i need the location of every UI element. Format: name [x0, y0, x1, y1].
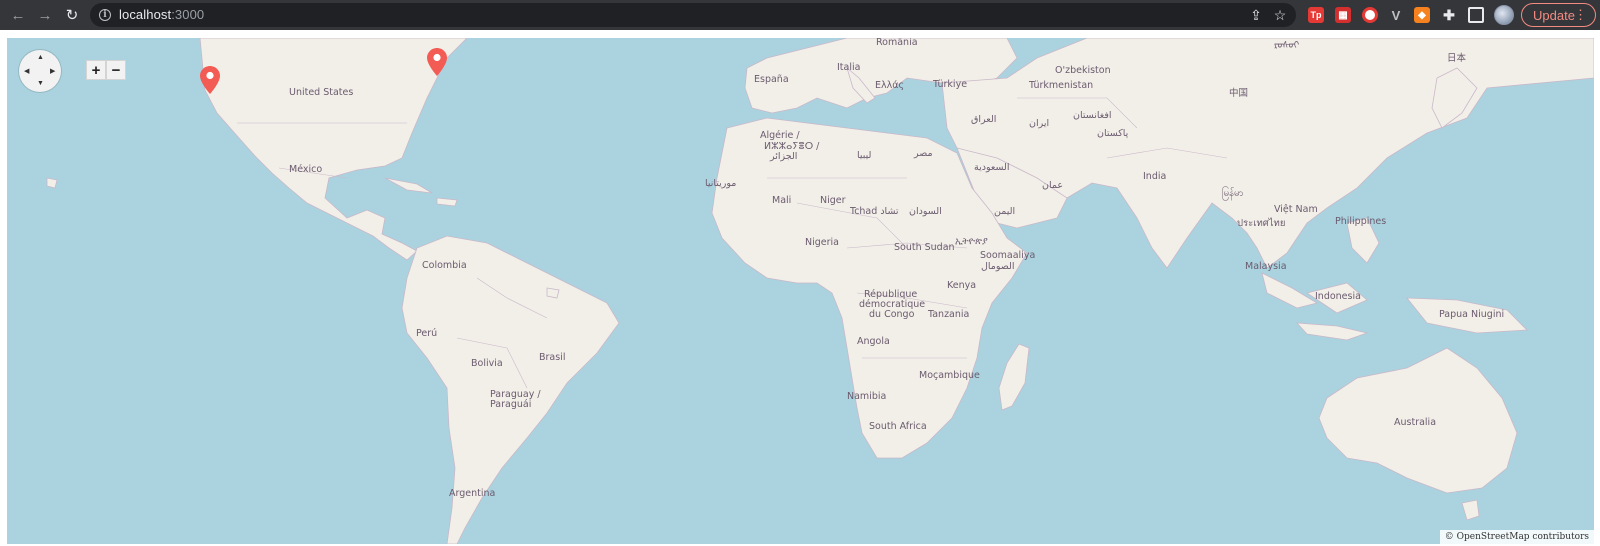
label-india: India — [1143, 171, 1167, 182]
label-brasil: Brasil — [539, 352, 566, 363]
label-australia: Australia — [1394, 417, 1437, 428]
address-bar[interactable]: i localhost:3000 ⇪ ☆ — [90, 3, 1296, 27]
label-paraguay-2: Paraguái — [490, 399, 532, 410]
label-peru: Perú — [416, 328, 438, 339]
extension-record-icon[interactable] — [1362, 7, 1378, 23]
update-button[interactable]: Update ⋮ — [1521, 3, 1596, 27]
label-oman: عمان — [1042, 180, 1064, 191]
label-ellas: Ελλάς — [875, 80, 905, 91]
map-pin-east-coast[interactable] — [427, 48, 447, 76]
label-russia: ᠷᠣᠰᠣᠶ — [1274, 40, 1300, 51]
label-china: 中国 — [1229, 88, 1249, 99]
label-turkiye: Türkiye — [933, 79, 968, 90]
label-philippines: Philippines — [1335, 216, 1387, 227]
zoom-control: + − — [86, 60, 126, 80]
forward-arrow-icon[interactable]: → — [35, 5, 55, 25]
zoom-in-button[interactable]: + — [86, 60, 106, 80]
label-south-sudan: South Sudan — [894, 242, 955, 253]
label-sudan: السودان — [909, 206, 942, 217]
label-mauritania: موريتانيا — [705, 178, 737, 189]
label-bolivia: Bolivia — [471, 358, 503, 369]
label-japan: 日本 — [1447, 53, 1467, 64]
label-mexico: México — [289, 164, 323, 175]
label-niger: Niger — [820, 195, 846, 206]
label-algeria-3: الجزائر — [770, 151, 798, 162]
label-angola: Angola — [857, 336, 890, 347]
label-south-africa: South Africa — [869, 421, 927, 432]
label-ozbekiston: O'zbekiston — [1055, 65, 1111, 76]
pan-up-icon[interactable]: ▲ — [37, 54, 44, 61]
label-argentina: Argentina — [449, 488, 496, 499]
label-colombia: Colombia — [422, 260, 467, 271]
pan-left-icon[interactable]: ◀ — [24, 67, 29, 75]
pan-control[interactable]: ▲ ▼ ◀ ▶ — [19, 50, 61, 92]
extension-tp-icon[interactable]: Tp — [1308, 7, 1324, 23]
label-romania: România — [876, 38, 918, 48]
label-thailand: ประเทศไทย — [1237, 218, 1286, 229]
star-icon[interactable]: ☆ — [1272, 7, 1288, 23]
label-papua: Papua Niugini — [1439, 309, 1505, 320]
label-somalia-2: الصومال — [981, 261, 1015, 272]
label-libya: ليبيا — [857, 150, 872, 161]
extension-red-icon[interactable]: ▦ — [1335, 7, 1351, 23]
label-yemen: اليمن — [994, 206, 1016, 217]
label-tchad: Tchad تشاد — [850, 206, 899, 217]
label-nigeria: Nigeria — [805, 237, 839, 248]
extension-fox-icon[interactable]: ◆ — [1414, 7, 1430, 23]
label-ethiopia: ኢትዮጵያ — [955, 236, 988, 247]
map-pin-west-coast[interactable] — [200, 66, 220, 94]
label-pakistan: پاکستان — [1097, 128, 1129, 139]
label-somalia-1: Soomaaliya — [980, 250, 1036, 261]
puzzle-icon[interactable]: ✚ — [1441, 7, 1457, 23]
back-arrow-icon[interactable]: ← — [8, 5, 28, 25]
world-map[interactable]: România ᠷᠣᠰᠣᠶ 日本 España Italia O'zbekist… — [7, 38, 1594, 544]
extension-v-icon[interactable]: V — [1388, 7, 1404, 23]
zoom-out-button[interactable]: − — [106, 60, 126, 80]
label-vietnam: Việt Nam — [1274, 204, 1318, 215]
label-iraq: العراق — [971, 114, 997, 125]
label-italia: Italia — [837, 62, 861, 73]
label-afghanistan: افغانستان — [1073, 110, 1112, 121]
pan-down-icon[interactable]: ▼ — [37, 80, 44, 87]
url-text[interactable]: localhost:3000 — [119, 7, 204, 22]
reload-icon[interactable]: ↻ — [62, 5, 82, 25]
map-attribution[interactable]: © OpenStreetMap contributors — [1439, 530, 1594, 544]
label-malaysia: Malaysia — [1245, 261, 1287, 272]
label-turkmenistan: Türkmenistan — [1029, 80, 1094, 91]
sidepanel-icon[interactable] — [1468, 7, 1484, 23]
pan-right-icon[interactable]: ▶ — [50, 67, 55, 75]
label-tanzania: Tanzania — [928, 309, 970, 320]
label-myanmar: မြန်မာ — [1222, 188, 1244, 199]
label-kenya: Kenya — [947, 280, 977, 291]
label-drc-3: du Congo — [869, 309, 915, 320]
label-mali: Mali — [772, 195, 792, 206]
label-mocambique: Moçambique — [919, 370, 980, 381]
label-espana: España — [754, 74, 789, 85]
label-egypt: مصر — [914, 148, 933, 159]
label-indonesia: Indonesia — [1315, 291, 1361, 302]
info-icon[interactable]: i — [99, 9, 111, 21]
avatar[interactable] — [1494, 5, 1514, 25]
share-icon[interactable]: ⇪ — [1248, 7, 1264, 23]
kebab-menu-icon[interactable]: ⋮ — [1574, 7, 1587, 23]
label-namibia: Namibia — [847, 391, 887, 402]
label-saudi: السعودية — [974, 162, 1010, 173]
label-united-states: United States — [289, 87, 354, 98]
label-algeria-1: Algérie / — [760, 130, 800, 141]
label-iran: ایران — [1029, 118, 1050, 129]
browser-toolbar: ← → ↻ i localhost:3000 ⇪ ☆ Tp ▦ V ◆ ✚ Up… — [0, 0, 1600, 30]
